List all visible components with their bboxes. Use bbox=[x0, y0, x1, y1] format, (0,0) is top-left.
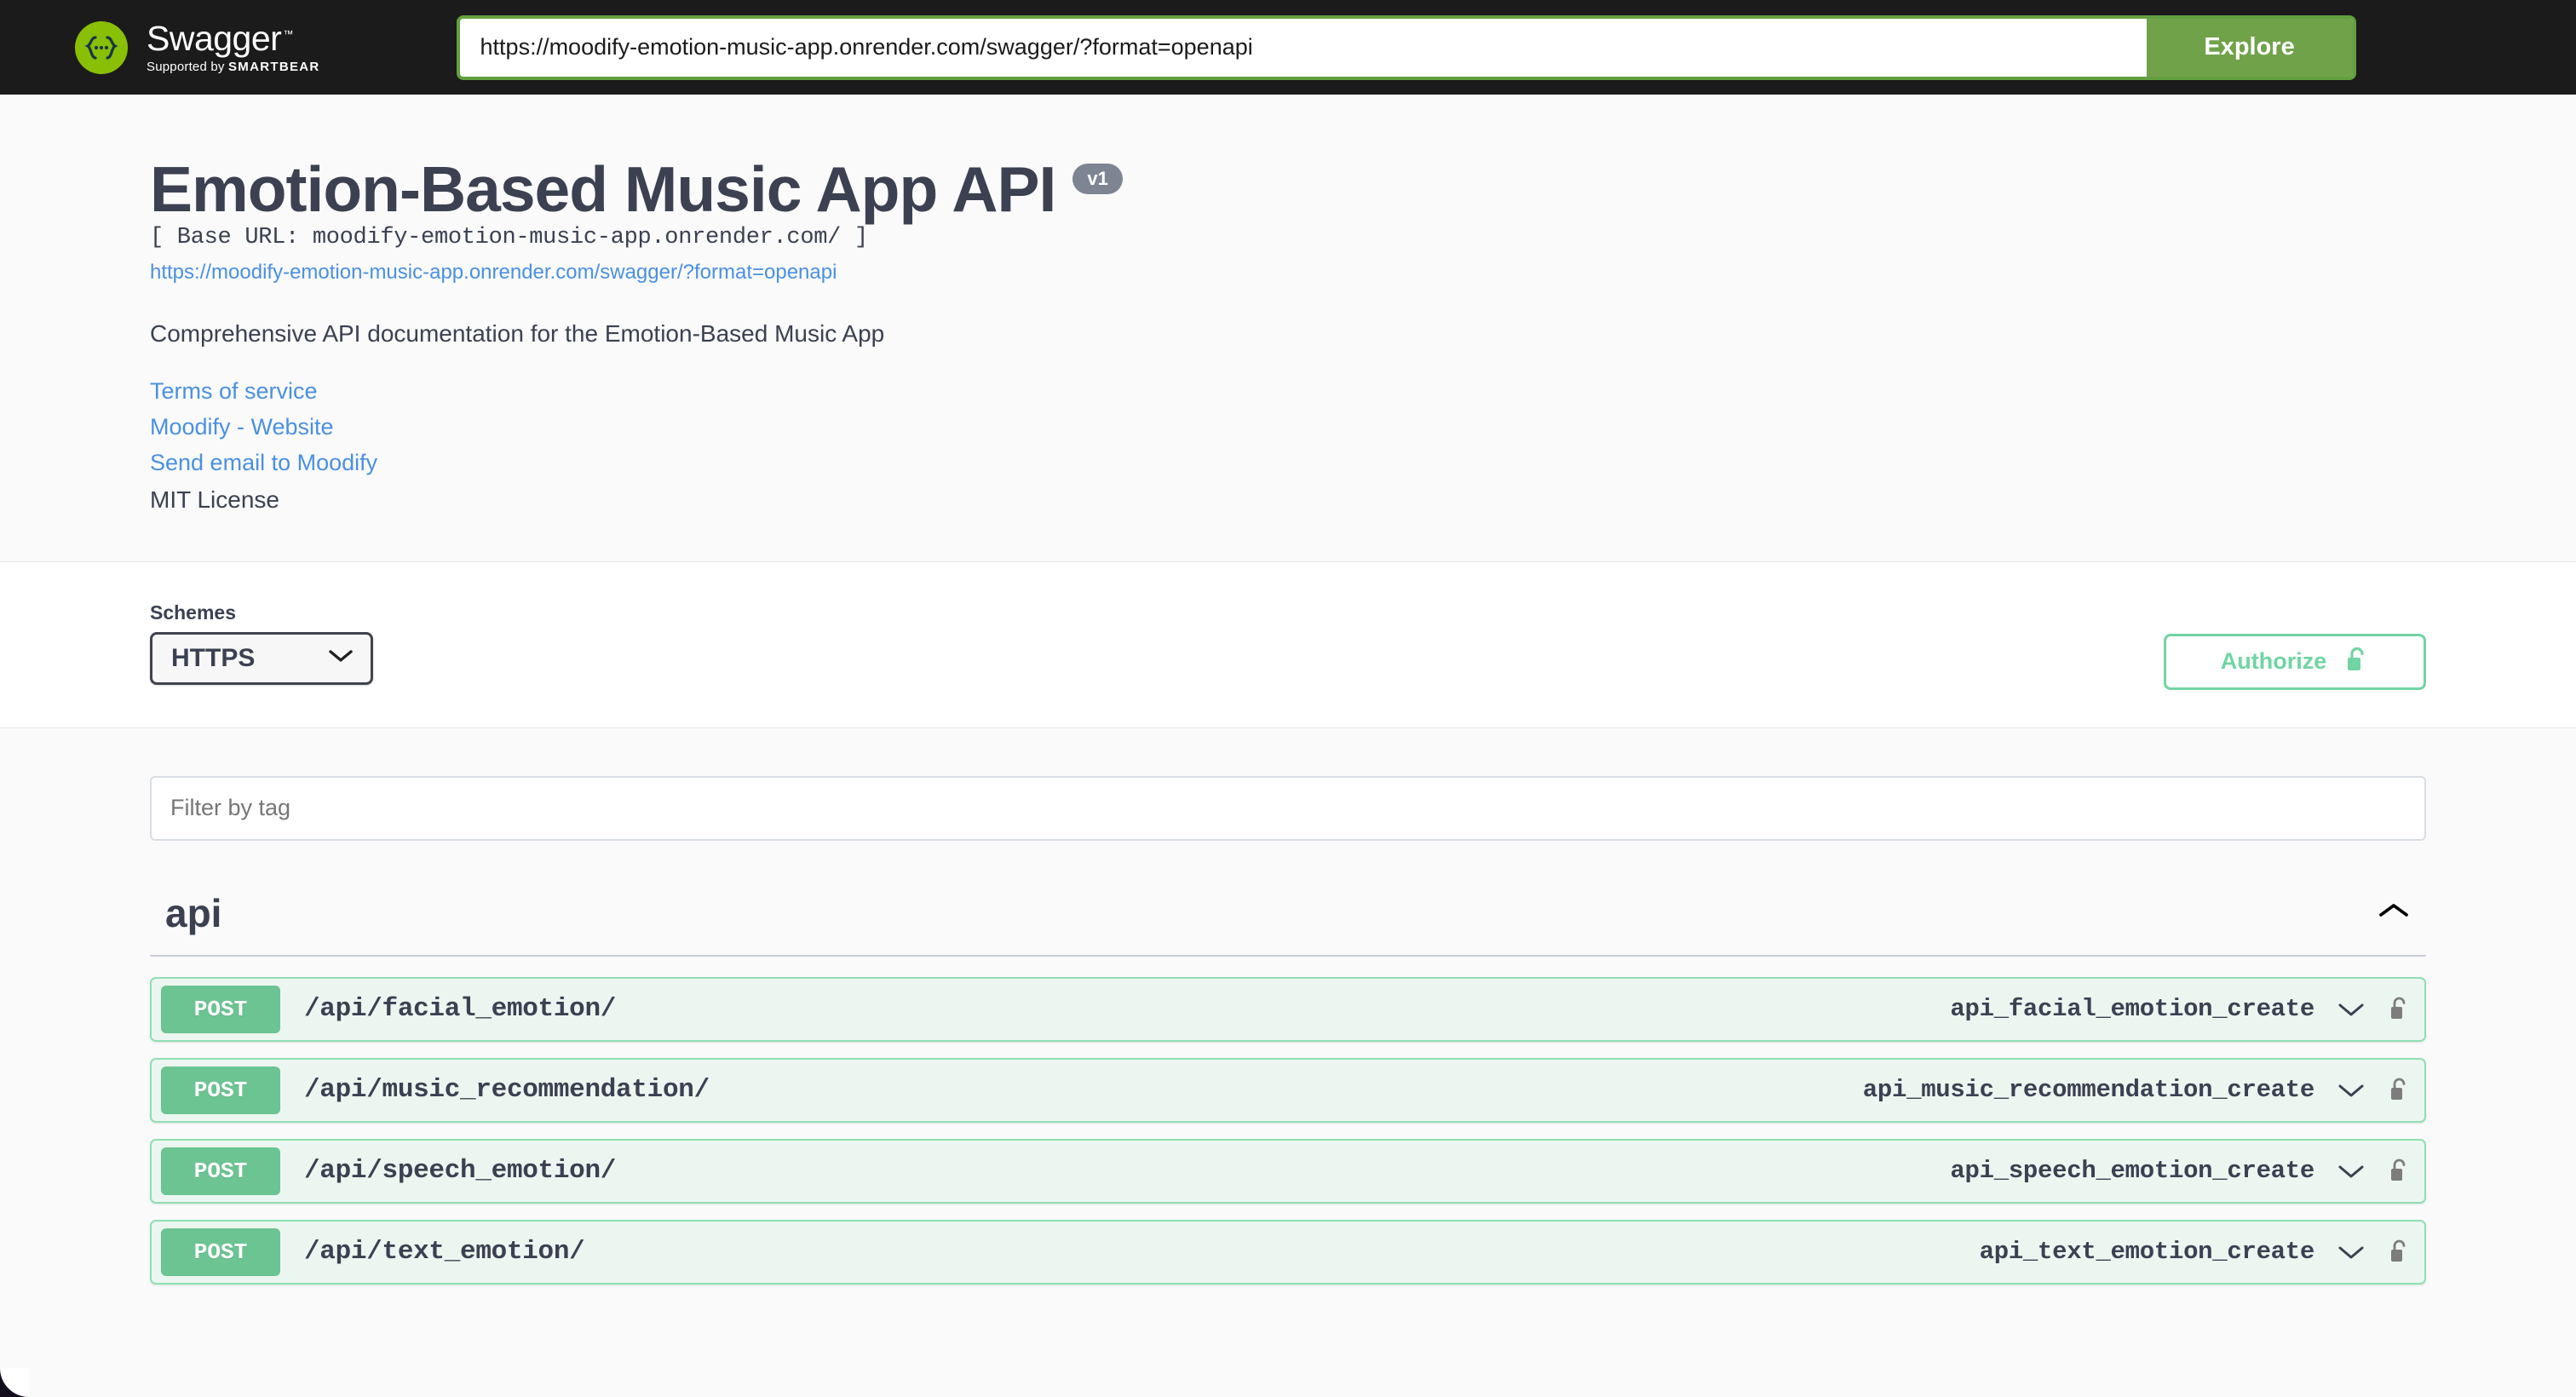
chevron-up-icon[interactable] bbox=[2377, 900, 2411, 925]
api-info-section: Emotion-Based Music App API v1 [ Base UR… bbox=[0, 95, 2576, 561]
swagger-wordmark-label: Swagger bbox=[147, 19, 282, 58]
schemes-label: Schemes bbox=[150, 601, 237, 624]
operation-path: /api/music_recommendation/ bbox=[304, 1075, 710, 1106]
unlocked-padlock-icon[interactable] bbox=[2388, 1158, 2408, 1185]
spec-url-form: Explore bbox=[456, 14, 2356, 80]
tag-name: api bbox=[165, 890, 222, 935]
method-badge-post: POST bbox=[161, 1147, 280, 1195]
method-badge-post: POST bbox=[161, 985, 280, 1033]
unlocked-padlock-icon[interactable] bbox=[2388, 1239, 2408, 1266]
swagger-ui-page: Swagger™ Supported by SMARTBEAR Explore … bbox=[0, 0, 2576, 1397]
schemes-section: Schemes HTTPS Authorize bbox=[0, 561, 2576, 728]
operation-row[interactable]: POST /api/speech_emotion/ api_speech_emo… bbox=[150, 1138, 2426, 1204]
website-link[interactable]: Moodify - Website bbox=[150, 414, 334, 440]
trademark-symbol: ™ bbox=[283, 28, 293, 41]
explore-button[interactable]: Explore bbox=[2146, 18, 2353, 77]
chevron-down-icon bbox=[328, 648, 354, 668]
unlocked-padlock-icon bbox=[2345, 646, 2369, 677]
chevron-down-icon[interactable] bbox=[2337, 1244, 2366, 1261]
operation-id: api_facial_emotion_create bbox=[1950, 995, 2314, 1024]
operation-id: api_text_emotion_create bbox=[1979, 1238, 2315, 1267]
unlocked-padlock-icon[interactable] bbox=[2388, 1077, 2408, 1104]
contact-email-link[interactable]: Send email to Moodify bbox=[150, 450, 377, 476]
spec-url-link[interactable]: https://moodify-emotion-music-app.onrend… bbox=[150, 261, 837, 285]
swagger-wordmark: Swagger ™ bbox=[147, 21, 320, 56]
swagger-logo[interactable]: Swagger ™ Supported by SMARTBEAR bbox=[75, 20, 320, 74]
authorize-label: Authorize bbox=[2220, 648, 2327, 675]
license-label: MIT License bbox=[150, 486, 279, 513]
chevron-down-icon[interactable] bbox=[2337, 1082, 2366, 1099]
topbar: Swagger™ Supported by SMARTBEAR Explore bbox=[0, 0, 2576, 95]
spec-url-input[interactable] bbox=[459, 18, 2147, 77]
version-badge: v1 bbox=[1072, 163, 1123, 194]
filter-input[interactable] bbox=[150, 775, 2426, 841]
scheme-select[interactable]: HTTPS bbox=[150, 631, 373, 685]
chevron-down-icon[interactable] bbox=[2337, 1001, 2366, 1018]
operation-id: api_speech_emotion_create bbox=[1950, 1157, 2314, 1186]
authorize-button[interactable]: Authorize bbox=[2164, 633, 2426, 690]
tag-section-api: api POST /api/facial_emotion/ api_facial… bbox=[150, 890, 2426, 1285]
terms-of-service-link[interactable]: Terms of service bbox=[150, 378, 318, 405]
chevron-down-icon[interactable] bbox=[2337, 1163, 2366, 1180]
page-title: Emotion-Based Music App API bbox=[150, 153, 1056, 225]
supported-by-prefix: Supported by bbox=[147, 60, 228, 74]
api-title-row: Emotion-Based Music App API v1 bbox=[150, 156, 2426, 223]
swagger-logo-text: Swagger ™ Supported by SMARTBEAR bbox=[147, 21, 320, 74]
operation-path: /api/text_emotion/ bbox=[304, 1237, 585, 1268]
operation-row[interactable]: POST /api/text_emotion/ api_text_emotion… bbox=[150, 1219, 2426, 1285]
unlocked-padlock-icon[interactable] bbox=[2388, 996, 2408, 1023]
operation-path: /api/facial_emotion/ bbox=[304, 994, 617, 1025]
method-badge-post: POST bbox=[161, 1066, 280, 1114]
operation-row[interactable]: POST /api/music_recommendation/ api_musi… bbox=[150, 1057, 2426, 1123]
operation-id: api_music_recommendation_create bbox=[1862, 1076, 2315, 1105]
operation-row[interactable]: POST /api/facial_emotion/ api_facial_emo… bbox=[150, 976, 2426, 1042]
smartbear-brand: SMARTBEAR bbox=[228, 60, 320, 74]
swagger-brace-icon bbox=[75, 20, 128, 74]
api-description: Comprehensive API documentation for the … bbox=[150, 319, 885, 347]
method-badge-post: POST bbox=[161, 1227, 280, 1276]
tag-header-api[interactable]: api bbox=[150, 890, 2426, 957]
scheme-selected-value: HTTPS bbox=[171, 643, 256, 672]
schemes-group: Schemes HTTPS bbox=[150, 601, 373, 685]
operation-path: /api/speech_emotion/ bbox=[304, 1156, 617, 1187]
base-url: [ Base URL: moodify-emotion-music-app.on… bbox=[150, 224, 868, 250]
window-corner bbox=[0, 1368, 29, 1397]
operations-section: api POST /api/facial_emotion/ api_facial… bbox=[0, 727, 2576, 1285]
operation-list: POST /api/facial_emotion/ api_facial_emo… bbox=[150, 957, 2426, 1285]
api-info-links: Terms of service Moodify - Website Send … bbox=[150, 378, 2426, 476]
supported-by-line: Supported by SMARTBEAR bbox=[147, 60, 320, 73]
